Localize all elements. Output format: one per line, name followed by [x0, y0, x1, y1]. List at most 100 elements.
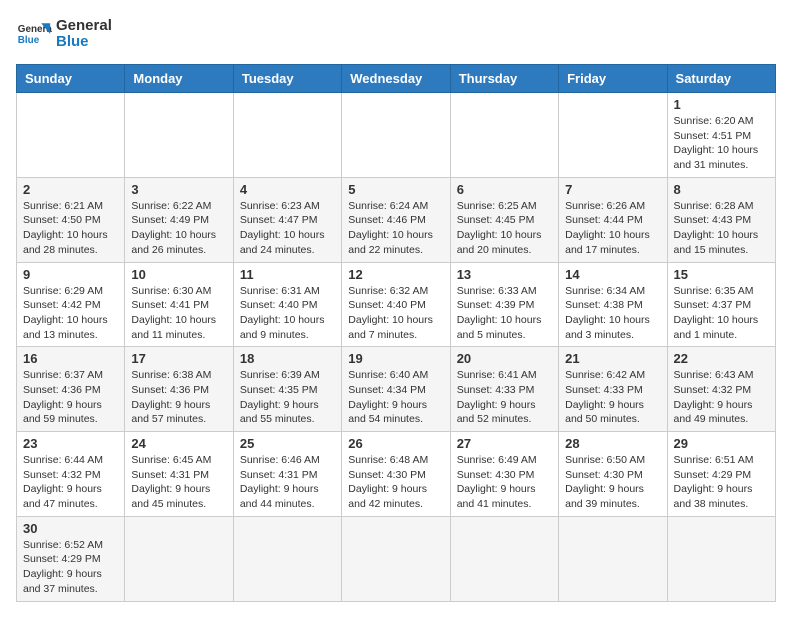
calendar-cell: 8 Sunrise: 6:28 AM Sunset: 4:43 PM Daylig… [667, 177, 775, 262]
weekday-header-tuesday: Tuesday [233, 65, 341, 93]
calendar-cell: 5Sunrise: 6:24 AM Sunset: 4:46 PM Daylig… [342, 177, 450, 262]
day-number: 5 [348, 182, 443, 197]
calendar-week-3: 9 Sunrise: 6:29 AM Sunset: 4:42 PM Daylig… [17, 262, 776, 347]
day-number: 18 [240, 351, 335, 366]
day-number: 29 [674, 436, 769, 451]
calendar-cell: 21 Sunrise: 6:42 AM Sunset: 4:33 PM Dayli… [559, 347, 667, 432]
calendar-week-5: 23Sunrise: 6:44 AM Sunset: 4:32 PM Dayli… [17, 432, 776, 517]
day-number: 2 [23, 182, 118, 197]
weekday-header-monday: Monday [125, 65, 233, 93]
day-info: Sunrise: 6:39 AM Sunset: 4:35 PM Dayligh… [240, 368, 335, 427]
calendar-cell: 30Sunrise: 6:52 AM Sunset: 4:29 PM Dayli… [17, 516, 125, 601]
calendar-cell: 13 Sunrise: 6:33 AM Sunset: 4:39 PM Dayli… [450, 262, 558, 347]
calendar-cell [559, 516, 667, 601]
day-number: 13 [457, 267, 552, 282]
calendar-cell: 18 Sunrise: 6:39 AM Sunset: 4:35 PM Dayli… [233, 347, 341, 432]
calendar-week-6: 30Sunrise: 6:52 AM Sunset: 4:29 PM Dayli… [17, 516, 776, 601]
day-number: 21 [565, 351, 660, 366]
day-info: Sunrise: 6:49 AM Sunset: 4:30 PM Dayligh… [457, 453, 552, 512]
day-number: 23 [23, 436, 118, 451]
calendar-cell: 26 Sunrise: 6:48 AM Sunset: 4:30 PM Dayli… [342, 432, 450, 517]
day-info: Sunrise: 6:37 AM Sunset: 4:36 PM Dayligh… [23, 368, 118, 427]
day-info: Sunrise: 6:32 AM Sunset: 4:40 PM Dayligh… [348, 284, 443, 343]
logo-icon: General Blue [16, 16, 52, 52]
day-number: 9 [23, 267, 118, 282]
calendar-cell: 20 Sunrise: 6:41 AM Sunset: 4:33 PM Dayli… [450, 347, 558, 432]
calendar-cell: 12 Sunrise: 6:32 AM Sunset: 4:40 PM Dayli… [342, 262, 450, 347]
day-info: Sunrise: 6:31 AM Sunset: 4:40 PM Dayligh… [240, 284, 335, 343]
calendar-cell [667, 516, 775, 601]
calendar-cell: 4Sunrise: 6:23 AM Sunset: 4:47 PM Daylig… [233, 177, 341, 262]
weekday-header-saturday: Saturday [667, 65, 775, 93]
calendar-cell: 7 Sunrise: 6:26 AM Sunset: 4:44 PM Daylig… [559, 177, 667, 262]
calendar-cell: 28Sunrise: 6:50 AM Sunset: 4:30 PM Dayli… [559, 432, 667, 517]
weekday-header-sunday: Sunday [17, 65, 125, 93]
calendar-cell [233, 516, 341, 601]
logo-general: General [56, 18, 112, 35]
day-info: Sunrise: 6:26 AM Sunset: 4:44 PM Dayligh… [565, 199, 660, 258]
logo: General Blue General Blue [16, 16, 112, 52]
day-number: 1 [674, 97, 769, 112]
day-info: Sunrise: 6:45 AM Sunset: 4:31 PM Dayligh… [131, 453, 226, 512]
calendar-cell: 2Sunrise: 6:21 AM Sunset: 4:50 PM Daylig… [17, 177, 125, 262]
day-number: 16 [23, 351, 118, 366]
day-number: 6 [457, 182, 552, 197]
day-number: 20 [457, 351, 552, 366]
calendar-week-2: 2Sunrise: 6:21 AM Sunset: 4:50 PM Daylig… [17, 177, 776, 262]
day-info: Sunrise: 6:30 AM Sunset: 4:41 PM Dayligh… [131, 284, 226, 343]
calendar-cell: 9 Sunrise: 6:29 AM Sunset: 4:42 PM Daylig… [17, 262, 125, 347]
day-number: 12 [348, 267, 443, 282]
day-number: 3 [131, 182, 226, 197]
day-info: Sunrise: 6:22 AM Sunset: 4:49 PM Dayligh… [131, 199, 226, 258]
calendar-cell: 11 Sunrise: 6:31 AM Sunset: 4:40 PM Dayli… [233, 262, 341, 347]
day-info: Sunrise: 6:25 AM Sunset: 4:45 PM Dayligh… [457, 199, 552, 258]
calendar-week-4: 16 Sunrise: 6:37 AM Sunset: 4:36 PM Dayli… [17, 347, 776, 432]
day-number: 22 [674, 351, 769, 366]
calendar-cell [450, 516, 558, 601]
day-info: Sunrise: 6:46 AM Sunset: 4:31 PM Dayligh… [240, 453, 335, 512]
calendar-cell: 17Sunrise: 6:38 AM Sunset: 4:36 PM Dayli… [125, 347, 233, 432]
calendar-cell [342, 93, 450, 178]
day-info: Sunrise: 6:42 AM Sunset: 4:33 PM Dayligh… [565, 368, 660, 427]
svg-text:Blue: Blue [18, 35, 40, 46]
calendar-cell: 1 Sunrise: 6:20 AM Sunset: 4:51 PM Daylig… [667, 93, 775, 178]
logo-blue: Blue [56, 34, 112, 51]
day-number: 26 [348, 436, 443, 451]
day-info: Sunrise: 6:28 AM Sunset: 4:43 PM Dayligh… [674, 199, 769, 258]
day-number: 11 [240, 267, 335, 282]
calendar-cell: 19Sunrise: 6:40 AM Sunset: 4:34 PM Dayli… [342, 347, 450, 432]
calendar-cell: 10Sunrise: 6:30 AM Sunset: 4:41 PM Dayli… [125, 262, 233, 347]
day-number: 27 [457, 436, 552, 451]
calendar-cell: 15Sunrise: 6:35 AM Sunset: 4:37 PM Dayli… [667, 262, 775, 347]
calendar-cell [17, 93, 125, 178]
day-info: Sunrise: 6:38 AM Sunset: 4:36 PM Dayligh… [131, 368, 226, 427]
calendar-cell [125, 93, 233, 178]
day-number: 14 [565, 267, 660, 282]
day-info: Sunrise: 6:29 AM Sunset: 4:42 PM Dayligh… [23, 284, 118, 343]
day-number: 8 [674, 182, 769, 197]
day-number: 4 [240, 182, 335, 197]
day-info: Sunrise: 6:41 AM Sunset: 4:33 PM Dayligh… [457, 368, 552, 427]
calendar-cell: 6 Sunrise: 6:25 AM Sunset: 4:45 PM Daylig… [450, 177, 558, 262]
day-info: Sunrise: 6:40 AM Sunset: 4:34 PM Dayligh… [348, 368, 443, 427]
day-info: Sunrise: 6:33 AM Sunset: 4:39 PM Dayligh… [457, 284, 552, 343]
calendar-cell: 24Sunrise: 6:45 AM Sunset: 4:31 PM Dayli… [125, 432, 233, 517]
day-info: Sunrise: 6:52 AM Sunset: 4:29 PM Dayligh… [23, 538, 118, 597]
calendar-cell: 14 Sunrise: 6:34 AM Sunset: 4:38 PM Dayli… [559, 262, 667, 347]
weekday-header-thursday: Thursday [450, 65, 558, 93]
calendar-week-1: 1 Sunrise: 6:20 AM Sunset: 4:51 PM Daylig… [17, 93, 776, 178]
day-number: 7 [565, 182, 660, 197]
calendar-cell: 3 Sunrise: 6:22 AM Sunset: 4:49 PM Daylig… [125, 177, 233, 262]
calendar-cell [233, 93, 341, 178]
weekday-header-wednesday: Wednesday [342, 65, 450, 93]
day-number: 15 [674, 267, 769, 282]
day-info: Sunrise: 6:34 AM Sunset: 4:38 PM Dayligh… [565, 284, 660, 343]
day-number: 25 [240, 436, 335, 451]
day-info: Sunrise: 6:48 AM Sunset: 4:30 PM Dayligh… [348, 453, 443, 512]
calendar-cell [450, 93, 558, 178]
day-info: Sunrise: 6:20 AM Sunset: 4:51 PM Dayligh… [674, 114, 769, 173]
day-number: 28 [565, 436, 660, 451]
calendar-cell: 23Sunrise: 6:44 AM Sunset: 4:32 PM Dayli… [17, 432, 125, 517]
calendar-cell [125, 516, 233, 601]
day-info: Sunrise: 6:51 AM Sunset: 4:29 PM Dayligh… [674, 453, 769, 512]
